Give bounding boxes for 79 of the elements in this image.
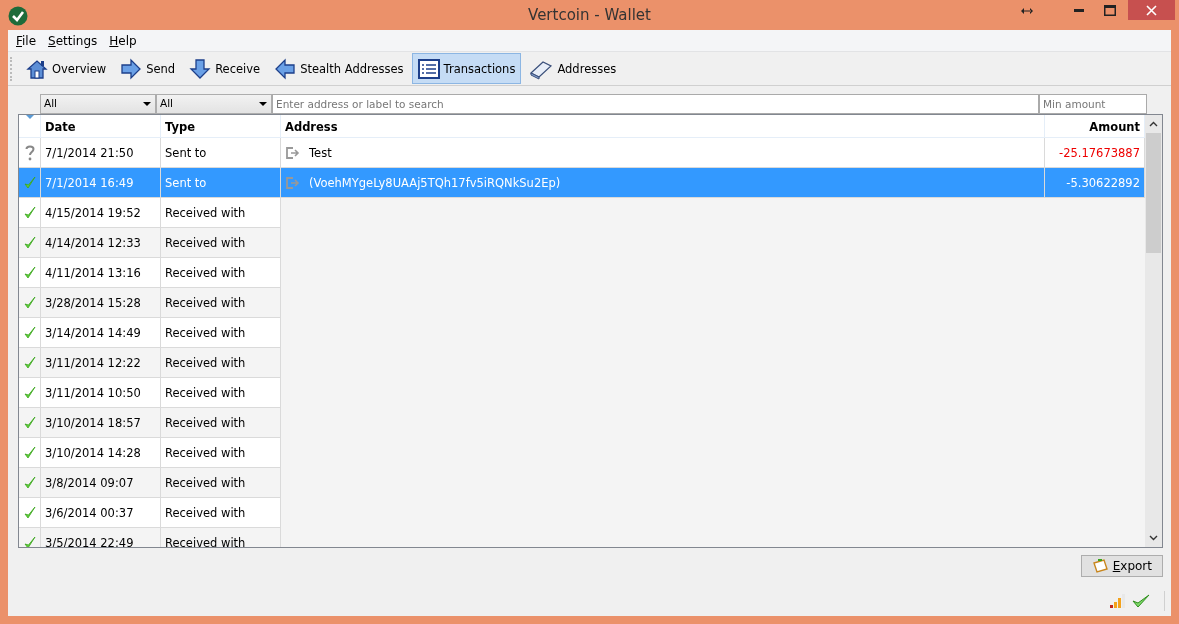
maximize-icon <box>1103 4 1116 16</box>
clipboard-icon <box>1091 559 1108 573</box>
date-cell: 3/6/2014 00:37 <box>41 498 161 528</box>
window-title: Vertcoin - Wallet <box>528 6 651 24</box>
toolbar-button[interactable]: Stealth Addresses <box>268 53 410 84</box>
min-amount-field[interactable]: Min amount <box>1039 94 1147 114</box>
type-cell: Received with <box>161 468 281 498</box>
right-arrow-icon <box>120 57 143 80</box>
export-button[interactable]: Export <box>1080 555 1163 577</box>
transaction-row[interactable]: 3/10/2014 14:28 Received with <box>19 438 1145 468</box>
checkmark-icon <box>1132 593 1150 609</box>
transaction-row[interactable]: 4/11/2014 13:16 Received with <box>19 258 1145 288</box>
close-icon <box>1146 4 1157 16</box>
transaction-row[interactable]: 7/1/2014 21:50 Sent to Test -25.17673887 <box>19 138 1145 168</box>
transaction-row[interactable]: 3/10/2014 18:57 Received with <box>19 408 1145 438</box>
date-cell: 4/11/2014 13:16 <box>41 258 161 288</box>
type-filter-dropdown[interactable]: All <box>156 94 272 114</box>
scrollbar-thumb[interactable] <box>1146 133 1161 253</box>
type-cell: Received with <box>161 288 281 318</box>
type-cell: Received with <box>161 408 281 438</box>
close-button[interactable] <box>1128 0 1175 20</box>
address-text: (VoehMYgeLy8UAAj5TQh17fv5iRQNkSu2Ep) <box>309 175 561 190</box>
date-cell: 4/15/2014 19:52 <box>41 198 161 228</box>
transaction-row[interactable]: 3/11/2014 12:22 Received with <box>19 348 1145 378</box>
transaction-row[interactable]: 4/15/2014 19:52 Received with <box>19 198 1145 228</box>
outgoing-arrow-icon <box>285 176 301 189</box>
column-header[interactable]: Address <box>281 115 1045 137</box>
date-cell: 3/28/2014 15:28 <box>41 288 161 318</box>
type-cell: Received with <box>161 348 281 378</box>
address-text: Test <box>309 145 332 160</box>
type-cell: Received with <box>161 378 281 408</box>
signal-bars-icon <box>1110 594 1126 608</box>
type-cell: Received with <box>161 438 281 468</box>
amount-cell: -25.17673887 <box>1045 138 1145 168</box>
sort-indicator-icon <box>25 115 34 119</box>
search-field[interactable]: Enter address or label to search <box>272 94 1039 114</box>
date-cell: 3/10/2014 14:28 <box>41 438 161 468</box>
toolbar-button[interactable]: Receive <box>183 53 267 84</box>
type-cell: Received with <box>161 258 281 288</box>
column-header[interactable]: Date <box>41 115 161 137</box>
menu-item[interactable]: File <box>12 33 45 48</box>
transaction-row[interactable]: 3/11/2014 10:50 Received with <box>19 378 1145 408</box>
transaction-row[interactable]: 3/5/2014 22:49 Received with <box>19 528 1145 547</box>
toolbar-button[interactable]: Overview <box>20 53 113 84</box>
toolbar-button[interactable]: Send <box>114 53 182 84</box>
type-cell: Received with <box>161 198 281 228</box>
resize-arrows-icon <box>1021 7 1033 15</box>
type-cell: Received with <box>161 498 281 528</box>
date-cell: 3/14/2014 14:49 <box>41 318 161 348</box>
list-icon <box>417 57 440 80</box>
date-filter-dropdown[interactable]: All <box>40 94 156 114</box>
vertical-scrollbar[interactable] <box>1145 115 1162 547</box>
toolbar-button[interactable]: Transactions <box>411 53 522 84</box>
amount-cell: -5.30622892 <box>1045 168 1145 198</box>
down-arrow-icon <box>189 57 212 80</box>
minimize-icon <box>1073 8 1084 12</box>
type-cell: Sent to <box>161 168 281 198</box>
transaction-row[interactable]: 3/14/2014 14:49 Received with <box>19 318 1145 348</box>
date-cell: 3/11/2014 10:50 <box>41 378 161 408</box>
transaction-row[interactable]: 3/6/2014 00:37 Received with <box>19 498 1145 528</box>
date-cell: 4/14/2014 12:33 <box>41 228 161 258</box>
menu-item[interactable]: Settings <box>44 33 106 48</box>
column-header[interactable]: Type <box>161 115 281 137</box>
left-arrow-icon <box>274 57 297 80</box>
transaction-row[interactable]: 3/8/2014 09:07 Received with <box>19 468 1145 498</box>
menu-item[interactable]: Help <box>105 33 145 48</box>
transaction-row[interactable]: 3/28/2014 15:28 Received with <box>19 288 1145 318</box>
date-cell: 3/8/2014 09:07 <box>41 468 161 498</box>
toolbar-button[interactable]: Addresses <box>523 53 623 84</box>
date-cell: 7/1/2014 21:50 <box>41 138 161 168</box>
app-logo-icon <box>8 6 28 26</box>
type-cell: Sent to <box>161 138 281 168</box>
outgoing-arrow-icon <box>285 146 301 159</box>
type-cell: Received with <box>161 318 281 348</box>
type-cell: Received with <box>161 228 281 258</box>
date-cell: 7/1/2014 16:49 <box>41 168 161 198</box>
transaction-row[interactable]: 4/14/2014 12:33 Received with <box>19 228 1145 258</box>
date-cell: 3/10/2014 18:57 <box>41 408 161 438</box>
date-cell: 3/11/2014 12:22 <box>41 348 161 378</box>
